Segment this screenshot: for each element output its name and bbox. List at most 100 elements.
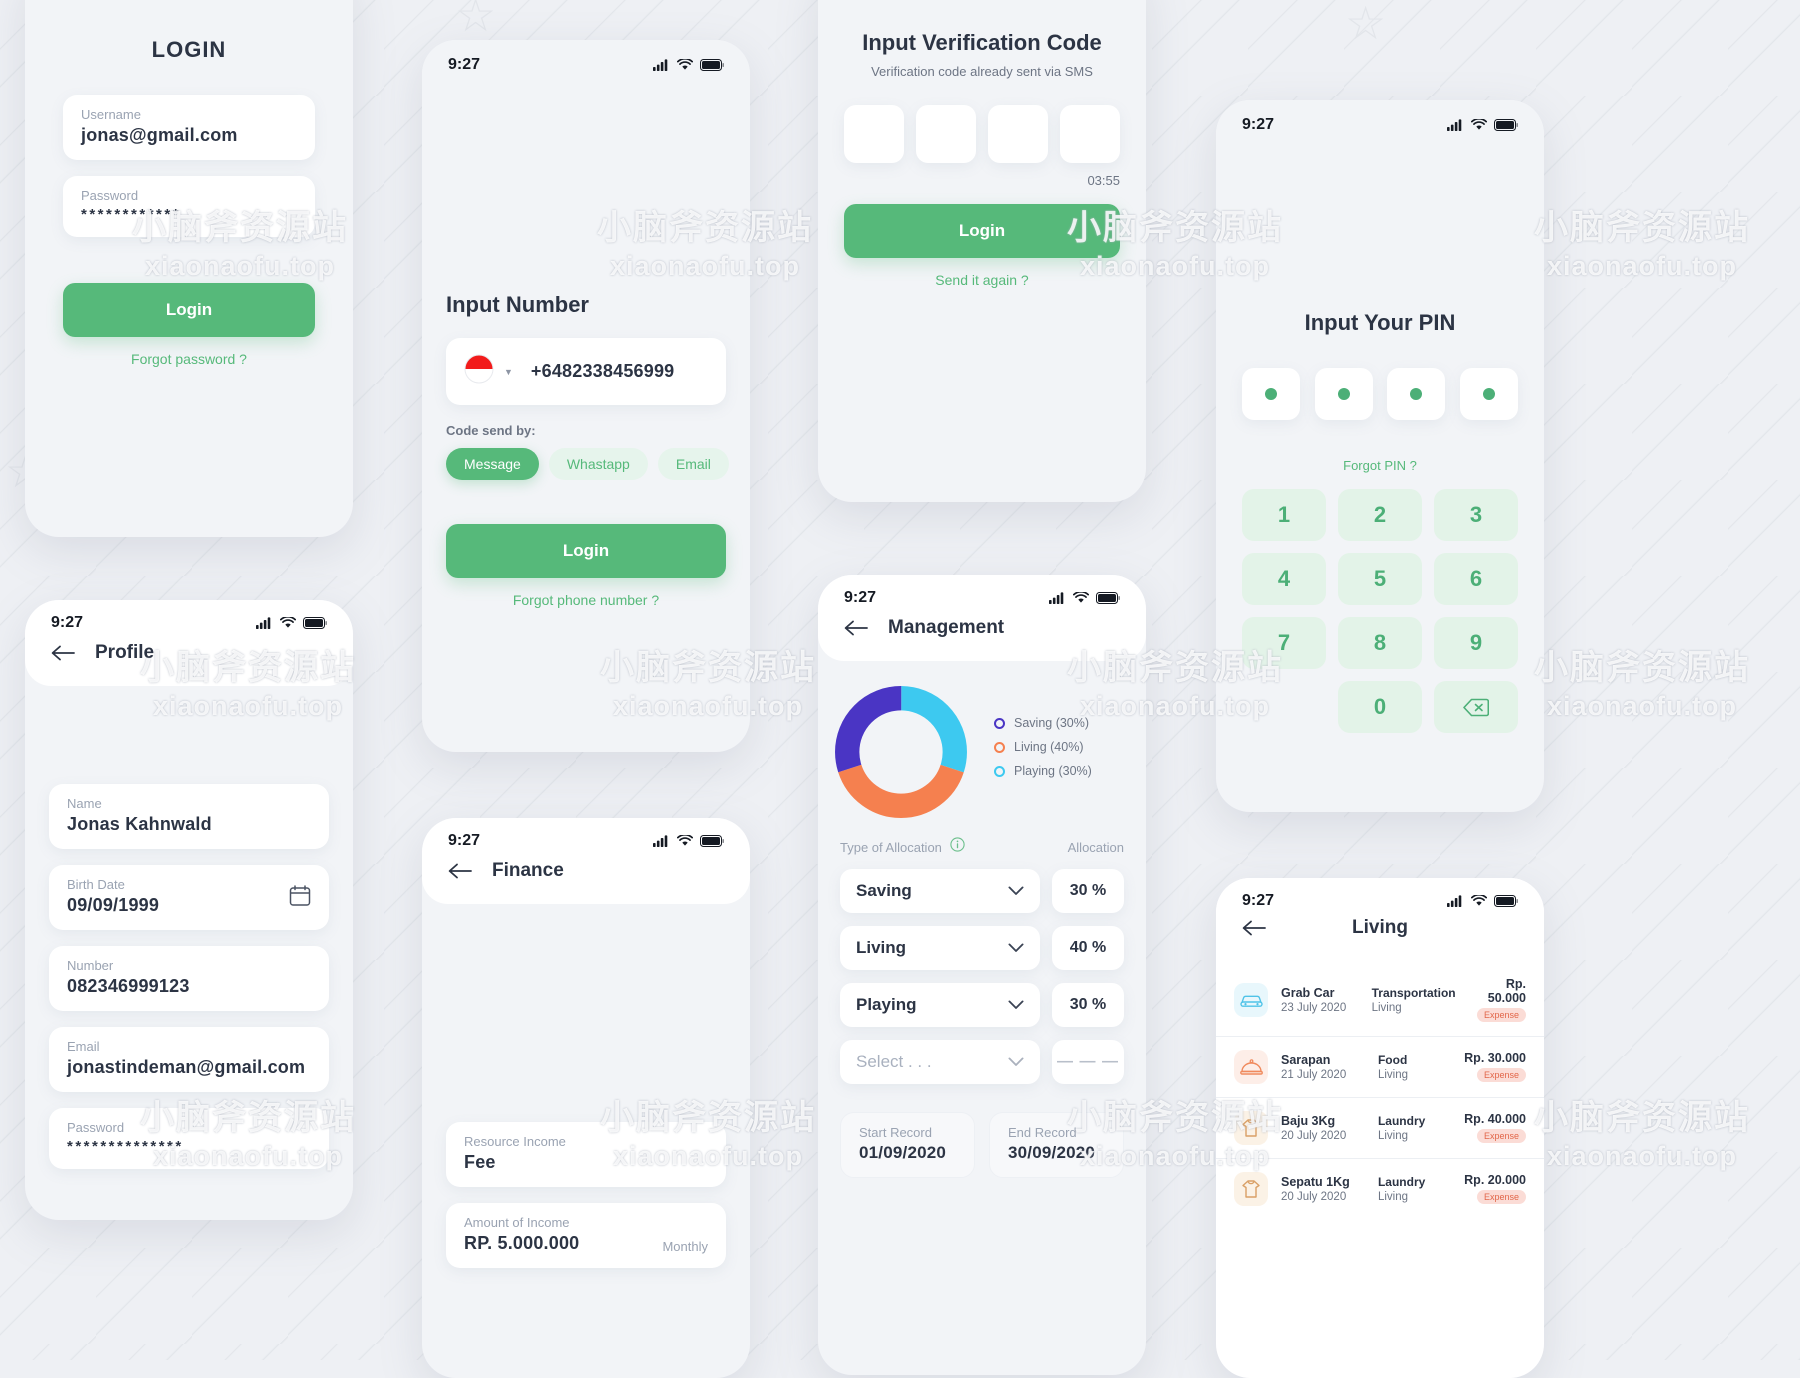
profile-field-birthdate[interactable]: Birth Date 09/09/1999 <box>49 865 329 930</box>
profile-field-number[interactable]: Number 082346999123 <box>49 946 329 1011</box>
key-5[interactable]: 5 <box>1338 553 1422 605</box>
screen-profile: 9:27 Profile Name Jonas Kahnwald Birth D… <box>25 600 353 1220</box>
key-2[interactable]: 2 <box>1338 489 1422 541</box>
field-label: Number <box>67 958 114 973</box>
status-time: 9:27 <box>844 589 877 606</box>
profile-form: Name Jonas Kahnwald Birth Date 09/09/199… <box>25 686 353 1169</box>
page-title: LOGIN <box>151 37 227 62</box>
chevron-down-icon[interactable] <box>1008 1052 1024 1072</box>
pin-dot <box>1337 388 1350 400</box>
phone-number-value: +6482338456999 <box>530 361 675 381</box>
table-row[interactable]: Baju 3Kg 20 July 2020 Laundry Living Rp.… <box>1216 1098 1544 1159</box>
status-icons <box>653 59 724 71</box>
transaction-category: Laundry <box>1377 1114 1426 1128</box>
login-button[interactable]: Login <box>446 524 726 578</box>
battery-icon <box>700 835 724 847</box>
end-record-field[interactable]: End Record 30/09/2020 <box>989 1112 1124 1178</box>
signal-icon <box>1447 119 1462 131</box>
chevron-down-icon[interactable] <box>1008 938 1024 958</box>
legend-swatch-living <box>994 741 1005 753</box>
allocation-type-select-empty[interactable]: Select . . . <box>840 1040 1040 1084</box>
chevron-down-icon[interactable] <box>1008 881 1024 901</box>
allocation-header: Type of Allocation Allocation <box>840 837 1124 857</box>
code-input-3[interactable] <box>988 105 1048 163</box>
star-decoration: ☆ <box>455 0 497 41</box>
pin-input-4[interactable] <box>1459 368 1518 420</box>
code-input-4[interactable] <box>1060 105 1120 163</box>
phone-number-field[interactable]: ▼ +6482338456999 <box>446 338 726 405</box>
transaction-name: Sarapan <box>1281 1053 1331 1067</box>
table-row[interactable]: Sepatu 1Kg 20 July 2020 Laundry Living R… <box>1216 1159 1544 1219</box>
key-6[interactable]: 6 <box>1434 553 1518 605</box>
battery-icon <box>1494 119 1518 131</box>
signal-icon <box>1447 895 1462 907</box>
login-button[interactable]: Login <box>844 204 1120 258</box>
transaction-subcategory: Living <box>1377 1130 1409 1142</box>
table-row[interactable]: Grab Car 23 July 2020 Transportation Liv… <box>1216 964 1544 1037</box>
forgot-password-link[interactable]: Forgot password ? <box>63 351 315 367</box>
field-label: Password <box>67 1120 125 1135</box>
forgot-phone-link[interactable]: Forgot phone number ? <box>446 592 726 608</box>
key-0[interactable]: 0 <box>1338 681 1422 733</box>
profile-field-email[interactable]: Email jonastindeman@gmail.com <box>49 1027 329 1092</box>
allocation-percent-saving[interactable]: 30 % <box>1052 869 1124 913</box>
code-input-1[interactable] <box>844 105 904 163</box>
back-arrow-icon[interactable] <box>448 863 472 879</box>
resend-code-link[interactable]: Send it again ? <box>844 272 1120 288</box>
pin-inputs <box>1242 368 1518 420</box>
allocation-percent-empty[interactable]: — — — <box>1052 1040 1124 1084</box>
type-of-allocation-label: Type of Allocation <box>840 839 942 855</box>
field-label: Email <box>67 1039 100 1054</box>
key-4[interactable]: 4 <box>1242 553 1326 605</box>
code-input-2[interactable] <box>916 105 976 163</box>
chart-legend: Saving (30%) Living (40%) Playing (30%) <box>994 716 1092 788</box>
back-arrow-icon[interactable] <box>844 620 868 636</box>
info-icon[interactable] <box>950 837 965 857</box>
nav-bar: Management <box>818 611 1146 661</box>
allocation-type-select-living[interactable]: Living <box>840 926 1040 970</box>
signal-icon <box>653 59 668 71</box>
finance-field-resource-income[interactable]: Resource Income Fee <box>446 1122 726 1187</box>
option-message[interactable]: Message <box>446 448 539 480</box>
allocation-type-select-playing[interactable]: Playing <box>840 983 1040 1027</box>
key-3[interactable]: 3 <box>1434 489 1518 541</box>
key-7[interactable]: 7 <box>1242 617 1326 669</box>
table-row[interactable]: Sarapan 21 July 2020 Food Living Rp. 30.… <box>1216 1037 1544 1098</box>
verification-title: Input Verification Code <box>862 30 1102 55</box>
wifi-icon <box>677 59 693 70</box>
pin-input-1[interactable] <box>1242 368 1300 420</box>
chevron-down-icon[interactable] <box>1008 995 1024 1015</box>
key-8[interactable]: 8 <box>1338 617 1422 669</box>
key-9[interactable]: 9 <box>1434 617 1518 669</box>
status-icons <box>653 835 724 847</box>
pin-input-2[interactable] <box>1314 368 1373 420</box>
profile-field-name[interactable]: Name Jonas Kahnwald <box>49 784 329 849</box>
calendar-icon[interactable] <box>289 884 311 911</box>
option-email[interactable]: Email <box>657 448 729 480</box>
option-whatsapp[interactable]: Whastapp <box>548 448 648 480</box>
back-arrow-icon[interactable] <box>1242 920 1266 936</box>
allocation-type-select-saving[interactable]: Saving <box>840 869 1040 913</box>
username-field[interactable]: Username jonas@gmail.com <box>63 95 315 160</box>
login-button[interactable]: Login <box>63 283 315 337</box>
allocation-percent-living[interactable]: 40 % <box>1052 926 1124 970</box>
field-label: End Record <box>1008 1125 1077 1140</box>
forgot-pin-link[interactable]: Forgot PIN ? <box>1242 458 1518 473</box>
profile-field-password[interactable]: Password ************** <box>49 1108 329 1169</box>
pin-input-3[interactable] <box>1387 368 1446 420</box>
transaction-name: Grab Car <box>1281 986 1335 1000</box>
allocation-percent-playing[interactable]: 30 % <box>1052 983 1124 1027</box>
start-record-field[interactable]: Start Record 01/09/2020 <box>840 1112 975 1178</box>
screen-pin: 9:27 Input Your PIN Forgot PIN ? 1 2 3 4… <box>1216 100 1544 812</box>
password-field[interactable]: Password ************ <box>63 176 315 237</box>
back-arrow-icon[interactable] <box>51 645 75 661</box>
legend-item-saving: Saving (30%) <box>994 716 1092 730</box>
legend-label-saving: Saving (30%) <box>1014 716 1090 730</box>
chevron-down-icon[interactable]: ▼ <box>504 367 513 377</box>
backspace-icon[interactable] <box>1434 681 1518 733</box>
finance-field-amount-of-income[interactable]: Amount of Income RP. 5.000.000 Monthly <box>446 1203 726 1268</box>
status-time: 9:27 <box>1242 892 1275 909</box>
key-1[interactable]: 1 <box>1242 489 1326 541</box>
laundry-icon <box>1234 1111 1268 1145</box>
watermark: 小脑斧资源站 xiaonaofu.top <box>1534 209 1750 281</box>
